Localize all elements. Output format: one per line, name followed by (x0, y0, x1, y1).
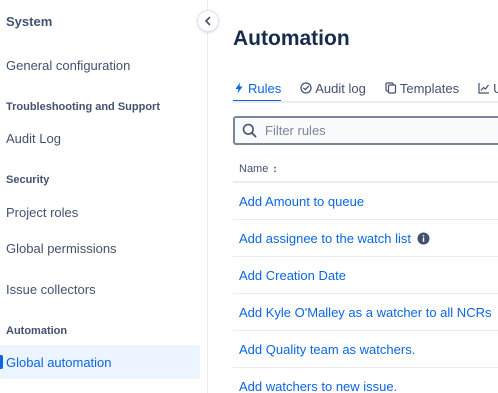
table-row: Add assignee to the watch list (233, 220, 498, 257)
tab-label: Templates (399, 80, 460, 96)
column-header-name[interactable]: Name ↕ (239, 163, 277, 175)
search-icon (242, 123, 257, 138)
table-row: Add Creation Date (233, 257, 498, 294)
rule-link[interactable]: Add Creation Date (239, 268, 346, 283)
tab-rules[interactable]: Rules (233, 76, 282, 102)
rule-link[interactable]: Add watchers to new issue. (239, 379, 397, 393)
table-row: Add Kyle O'Malley as a watcher to all NC… (233, 294, 498, 331)
sidebar-item-global-permissions[interactable]: Global permissions (0, 231, 200, 265)
copy-icon (385, 82, 396, 94)
chevron-left-icon (205, 16, 211, 26)
table-row: Add watchers to new issue. (233, 368, 498, 393)
sidebar: System General configuration Troubleshoo… (0, 0, 208, 393)
sidebar-section-security: Security (6, 174, 50, 186)
tab-label: Audit log (315, 80, 366, 96)
table-row: Add Amount to queue (233, 183, 498, 220)
tab-templates[interactable]: Templates (385, 76, 459, 100)
rule-link[interactable]: Add Quality team as watchers. (239, 342, 415, 357)
tabs-divider (233, 101, 498, 103)
tab-label: U (493, 80, 498, 96)
rule-link[interactable]: Add Kyle O'Malley as a watcher to all NC… (239, 305, 491, 320)
filter-rules-field[interactable] (233, 116, 498, 145)
bolt-icon (235, 82, 243, 94)
sidebar-section-troubleshooting: Troubleshooting and Support (6, 101, 160, 113)
sidebar-item-audit-log[interactable]: Audit Log (0, 121, 200, 155)
chart-icon (478, 83, 490, 94)
tab-list: Rules Audit log Templates U (233, 76, 498, 102)
sidebar-item-project-roles[interactable]: Project roles (0, 195, 200, 229)
page-title: Automation (233, 27, 350, 50)
sidebar-item-issue-collectors[interactable]: Issue collectors (0, 272, 200, 306)
sidebar-item-global-automation[interactable]: Global automation (0, 345, 200, 379)
sidebar-title: System (6, 14, 53, 29)
sort-icon: ↕ (272, 163, 278, 175)
rule-link[interactable]: Add assignee to the watch list (239, 231, 411, 246)
collapse-sidebar-button[interactable] (197, 10, 219, 32)
info-icon[interactable] (417, 232, 430, 245)
filter-rules-input[interactable] (265, 123, 485, 138)
check-circle-icon (300, 82, 312, 94)
rule-link[interactable]: Add Amount to queue (239, 194, 364, 209)
tab-label: Rules (248, 80, 282, 96)
sidebar-section-automation: Automation (6, 325, 68, 337)
table-row: Add Quality team as watchers. (233, 331, 498, 368)
main-content: Automation Rules Audit log Templates U F… (209, 0, 498, 393)
column-header-label: Name (239, 163, 269, 175)
sidebar-item-general-configuration[interactable]: General configuration (0, 48, 200, 82)
tab-audit-log[interactable]: Audit log (300, 76, 366, 100)
tab-usage[interactable]: U (478, 76, 498, 100)
